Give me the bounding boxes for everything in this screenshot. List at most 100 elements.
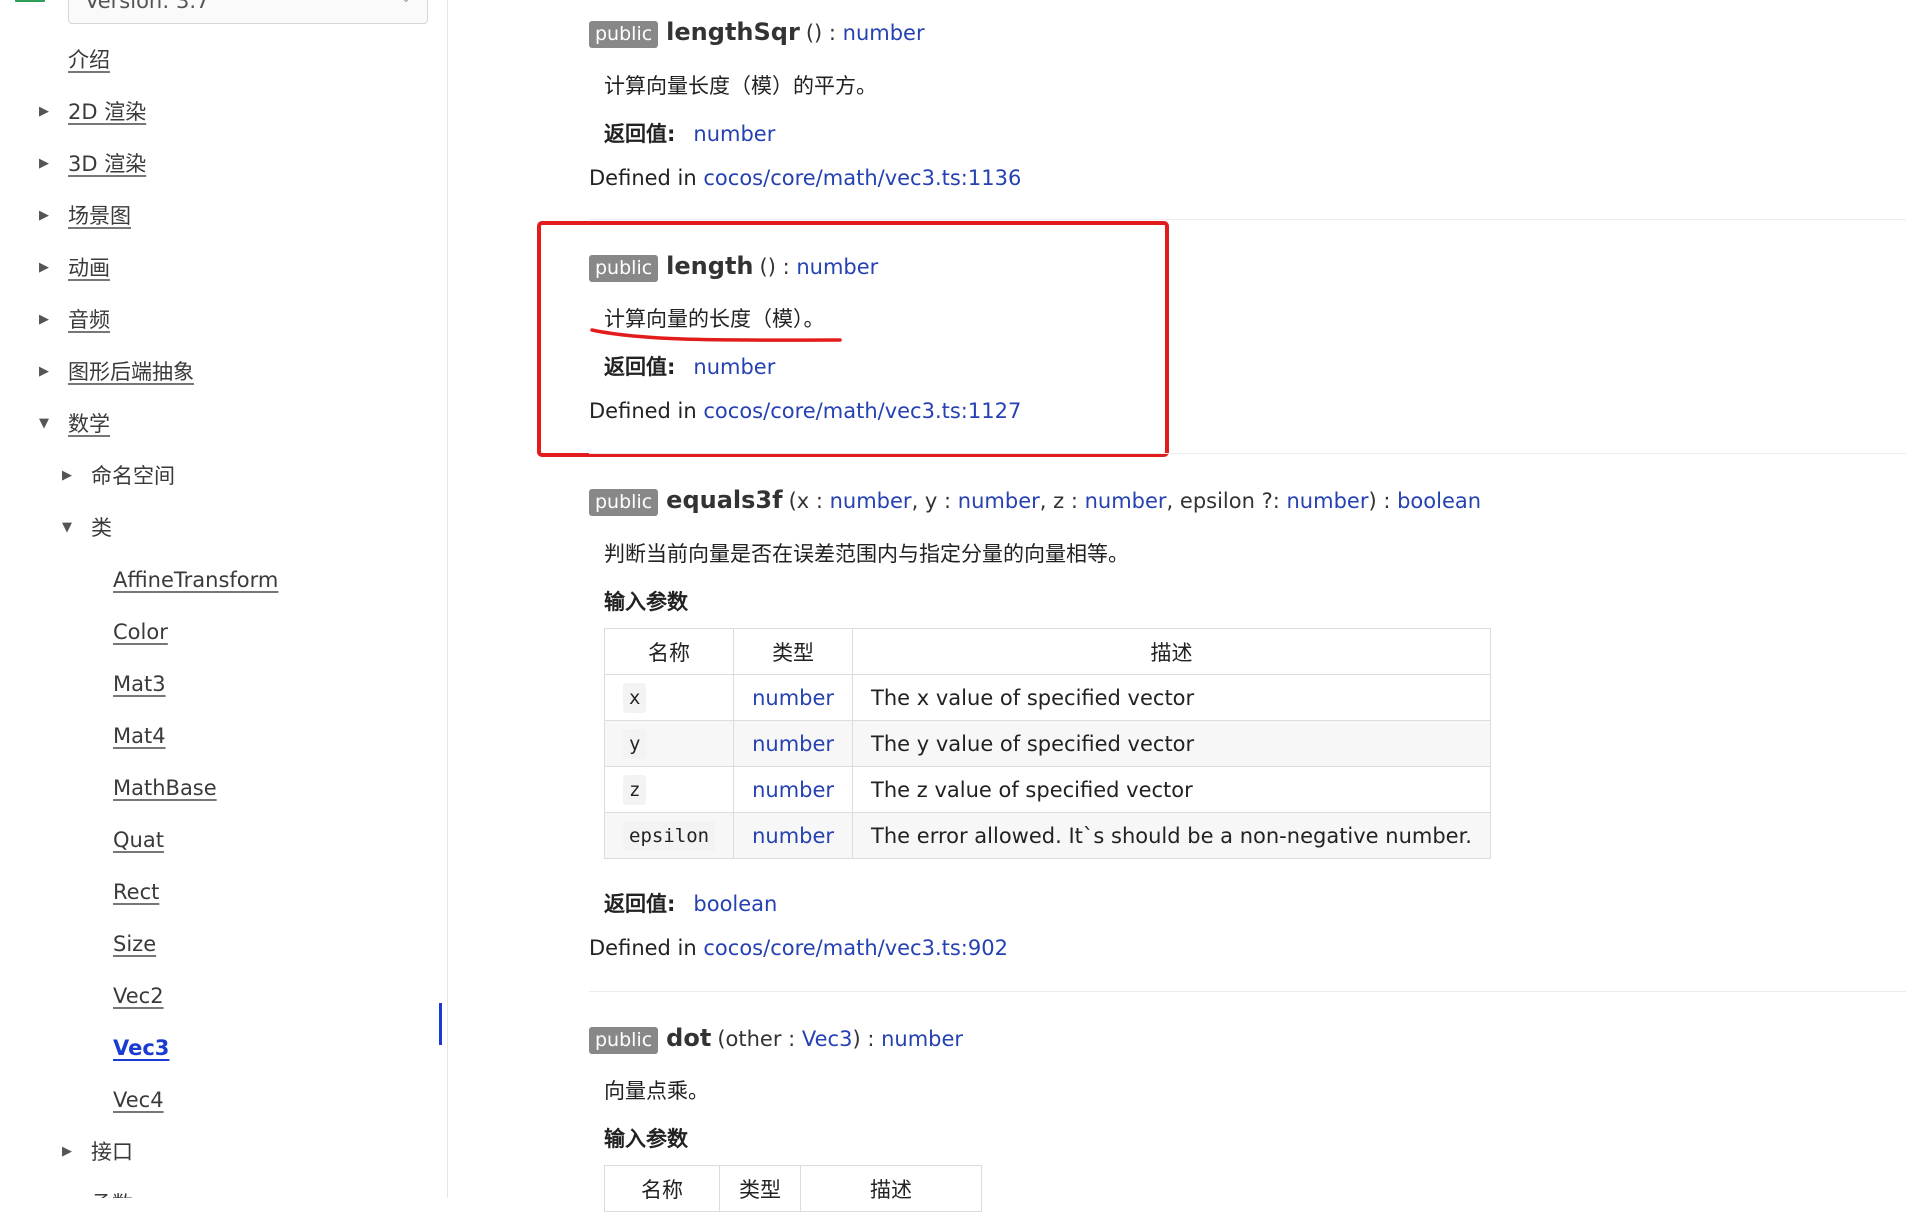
expand-arrow-icon[interactable]: ▶	[59, 1184, 75, 1198]
nav-item-vec3[interactable]: Vec3	[113, 1028, 169, 1068]
table-row: y number The y value of specified vector	[603, 720, 1491, 767]
return-type-link[interactable]: number	[693, 122, 775, 146]
public-badge: public	[589, 20, 659, 48]
source-link[interactable]: cocos/core/math/vec3.ts:1136	[703, 166, 1021, 190]
type-link[interactable]: number	[958, 489, 1040, 513]
collapse-arrow-icon[interactable]: ▼	[36, 404, 52, 444]
type-link[interactable]: number	[843, 21, 925, 45]
param-name: y	[623, 728, 647, 759]
hamburger-menu-icon[interactable]	[15, 0, 45, 10]
divider	[589, 991, 1906, 992]
collapse-arrow-icon[interactable]: ▼	[59, 508, 75, 548]
expand-arrow-icon[interactable]: ▶	[59, 1132, 75, 1172]
public-badge: public	[589, 1026, 659, 1054]
th-type: 类型	[733, 628, 854, 675]
th-desc: 描述	[800, 1165, 982, 1212]
nav-item-color[interactable]: Color	[113, 612, 168, 652]
nav-item-mat3[interactable]: Mat3	[113, 664, 166, 704]
params-heading: 输入参数	[604, 1127, 688, 1151]
expand-arrow-icon[interactable]: ▶	[36, 352, 52, 392]
table-row: epsilon number The error allowed. It`s s…	[603, 812, 1491, 859]
table-header-row: 名称 类型 描述	[604, 1165, 982, 1212]
expand-arrow-icon[interactable]: ▶	[59, 456, 75, 496]
version-label: Version: 3.7	[85, 0, 210, 13]
type-link[interactable]: number	[881, 1027, 963, 1051]
param-desc: The error allowed. It`s should be a non-…	[852, 812, 1491, 859]
nav-item-quat[interactable]: Quat	[113, 820, 164, 860]
nav-item-2d-render[interactable]: ▶ 2D 渲染	[36, 92, 146, 132]
method-description: 计算向量长度（模）的平方。	[604, 74, 877, 98]
param-type-link[interactable]: number	[733, 812, 854, 859]
th-name: 名称	[604, 1165, 720, 1212]
defined-in: Defined in cocos/core/math/vec3.ts:902	[589, 936, 1008, 960]
method-description: 向量点乘。	[604, 1079, 709, 1103]
nav-item-mathbase[interactable]: MathBase	[113, 768, 217, 808]
defined-in: Defined in cocos/core/math/vec3.ts:1136	[589, 166, 1022, 190]
th-desc: 描述	[852, 628, 1491, 675]
param-desc: The z value of specified vector	[852, 766, 1491, 813]
method-name: equals3f	[666, 486, 783, 514]
method-name: dot	[666, 1024, 712, 1052]
param-type-link[interactable]: number	[733, 674, 854, 721]
returns-line: 返回值: number	[604, 122, 776, 146]
param-name: x	[623, 682, 647, 713]
th-name: 名称	[603, 628, 735, 675]
param-type-link[interactable]: number	[733, 720, 854, 767]
table-row: z number The z value of specified vector	[603, 766, 1491, 813]
table-header-row: 名称 类型 描述	[603, 628, 1491, 675]
nav-item-vec4[interactable]: Vec4	[113, 1080, 164, 1120]
method-signature-equals3f: public equals3f (x : number, y : number, z…	[589, 482, 1481, 518]
type-link[interactable]: number	[1085, 489, 1167, 513]
param-type-link[interactable]: number	[733, 766, 854, 813]
expand-arrow-icon[interactable]: ▶	[36, 92, 52, 132]
method-signature-lengthsqr: public lengthSqr() : number	[589, 14, 925, 50]
th-type: 类型	[719, 1165, 801, 1212]
nav-item-interfaces[interactable]: ▶ 接口	[59, 1132, 133, 1172]
nav-item-audio[interactable]: ▶ 音频	[36, 300, 110, 340]
param-desc: The y value of specified vector	[852, 720, 1491, 767]
nav-item-animation[interactable]: ▶ 动画	[36, 248, 110, 288]
chevron-down-icon: ⌄	[401, 0, 411, 5]
version-select[interactable]: Version: 3.7 ⌄	[68, 0, 428, 24]
nav-item-3d-render[interactable]: ▶ 3D 渲染	[36, 144, 146, 184]
table-row: x number The x value of specified vector	[603, 674, 1491, 721]
params-heading: 输入参数	[604, 590, 688, 614]
type-link[interactable]: boolean	[1397, 489, 1481, 513]
red-underline-annotation	[590, 328, 842, 342]
nav-item-namespaces[interactable]: ▶ 命名空间	[59, 456, 175, 496]
returns-line: 返回值: boolean	[604, 892, 778, 916]
nav-item-math[interactable]: ▼ 数学	[36, 404, 110, 444]
expand-arrow-icon[interactable]: ▶	[36, 248, 52, 288]
nav-item-classes[interactable]: ▼ 类	[59, 508, 112, 548]
type-link[interactable]: number	[830, 489, 912, 513]
expand-arrow-icon[interactable]: ▶	[36, 196, 52, 236]
nav-item-size[interactable]: Size	[113, 924, 156, 964]
return-type-link[interactable]: boolean	[693, 892, 777, 916]
nav-item-intro[interactable]: 介绍	[68, 40, 110, 80]
sidebar: Version: 3.7 ⌄ 介绍 ▶ 2D 渲染 ▶ 3D 渲染 ▶ 场景图 …	[0, 0, 448, 1198]
expand-arrow-icon[interactable]: ▶	[36, 300, 52, 340]
nav-item-affinetransform[interactable]: AffineTransform	[113, 560, 278, 600]
params-table: 名称 类型 描述 x number The x value of specifi…	[603, 628, 1491, 859]
method-name: lengthSqr	[666, 18, 800, 46]
divider	[589, 453, 1906, 454]
nav-item-gfx[interactable]: ▶ 图形后端抽象	[36, 352, 194, 392]
params-table: 名称 类型 描述	[604, 1165, 982, 1212]
type-link[interactable]: number	[1287, 489, 1369, 513]
active-nav-indicator	[439, 1003, 442, 1045]
method-description: 判断当前向量是否在误差范围内与指定分量的向量相等。	[604, 542, 1129, 566]
nav-item-functions[interactable]: ▶ 函数	[59, 1184, 133, 1198]
expand-arrow-icon[interactable]: ▶	[36, 144, 52, 184]
nav-item-mat4[interactable]: Mat4	[113, 716, 166, 756]
param-name: epsilon	[623, 820, 716, 851]
nav-item-vec2[interactable]: Vec2	[113, 976, 164, 1016]
source-link[interactable]: cocos/core/math/vec3.ts:902	[703, 936, 1008, 960]
method-signature-dot: public dot (other : Vec3) : number	[589, 1020, 963, 1056]
divider	[589, 219, 1906, 220]
nav-item-rect[interactable]: Rect	[113, 872, 159, 912]
public-badge: public	[589, 488, 659, 516]
type-link[interactable]: Vec3	[802, 1027, 853, 1051]
param-desc: The x value of specified vector	[852, 674, 1491, 721]
param-name: z	[623, 774, 647, 805]
nav-item-scene-graph[interactable]: ▶ 场景图	[36, 196, 131, 236]
